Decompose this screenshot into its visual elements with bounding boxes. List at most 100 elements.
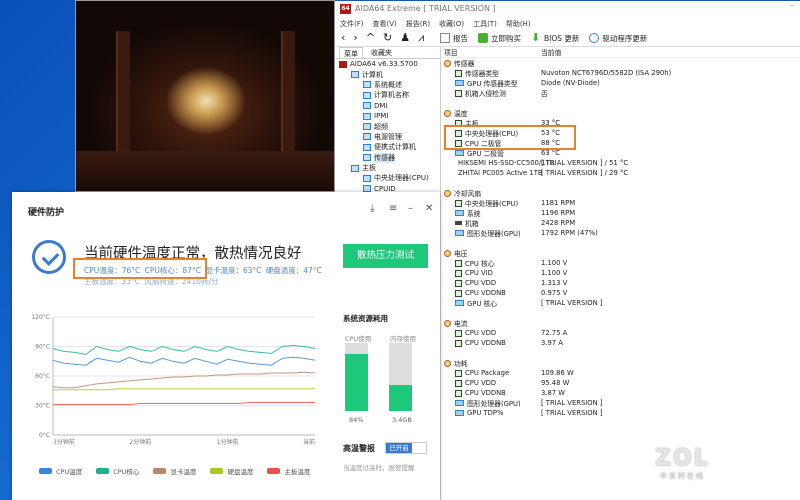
column-value[interactable]: 当前值 bbox=[541, 47, 561, 57]
tree-item-label: 中央处理器(CPU) bbox=[374, 174, 429, 183]
download-icon[interactable]: ⤓ bbox=[370, 203, 374, 214]
toolbar: ‹ › ^ ↻ ♟ ⩘ 报告 立即购买 ⬇ BIOS 更新 驱动程序更新 bbox=[335, 30, 800, 47]
refresh-icon[interactable]: ↻ bbox=[383, 31, 392, 45]
sensor-name: GPU 传感器类型 bbox=[467, 80, 518, 88]
tree-item[interactable]: 系统概述 bbox=[335, 80, 440, 90]
tree-item[interactable]: 便携式计算机 bbox=[335, 142, 440, 152]
legend-item[interactable]: 硬盘温度 bbox=[210, 466, 253, 476]
sensor-row[interactable]: GPU 传感器类型 Diode (NV-Diode) bbox=[441, 78, 800, 88]
sensor-name: 中央处理器(CPU) bbox=[465, 200, 519, 208]
sensor-value: 1.313 V bbox=[541, 279, 568, 287]
up-icon[interactable]: ^ bbox=[366, 31, 375, 45]
tab-favorites[interactable]: 收藏夹 bbox=[367, 47, 396, 58]
sensor-row[interactable]: CPU VDD 1.313 V bbox=[441, 278, 800, 288]
tree-item[interactable]: 计算机 bbox=[335, 69, 440, 79]
y-tick-label: 30°C bbox=[35, 403, 50, 410]
group-header[interactable]: 冷却风扇 bbox=[441, 188, 800, 198]
tree-item[interactable]: 电源管理 bbox=[335, 132, 440, 142]
sensor-row[interactable]: ZHITAI PC005 Active 1TB[ TRIAL VERSION ]… bbox=[441, 168, 800, 178]
sensor-row[interactable]: 机箱 2428 RPM bbox=[441, 218, 800, 228]
group-header[interactable]: 温度 bbox=[441, 108, 800, 118]
sensor-row[interactable]: 传感器类型 Nuvoton NCT6796D/5582D (ISA 290h) bbox=[441, 68, 800, 78]
menu-item[interactable]: 查看(V) bbox=[373, 19, 397, 29]
x-tick-label: 当前 bbox=[303, 438, 315, 446]
menu-item[interactable]: 报告(R) bbox=[406, 19, 430, 29]
y-tick-label: 120°C bbox=[31, 314, 50, 321]
sensor-row[interactable]: 图形处理器(GPU) 1792 RPM (47%) bbox=[441, 228, 800, 238]
tree-item-label: 便携式计算机 bbox=[374, 143, 416, 152]
tab-menu[interactable]: 菜单 bbox=[339, 47, 363, 58]
legend-item[interactable]: CPU核心 bbox=[96, 466, 139, 476]
back-icon[interactable]: ‹ bbox=[341, 31, 345, 45]
minimize-icon[interactable]: – bbox=[408, 203, 413, 214]
sensor-row[interactable]: 系统 1196 RPM bbox=[441, 208, 800, 218]
tree-item[interactable]: IPMI bbox=[335, 111, 440, 121]
tree-item[interactable]: 传感器 bbox=[335, 152, 440, 163]
highlight-box bbox=[444, 125, 576, 150]
series-line-2 bbox=[52, 371, 316, 389]
tree-item[interactable]: AIDA64 v6.33.5700 bbox=[335, 59, 440, 69]
sensor-row[interactable]: 机箱入侵检测 否 bbox=[441, 88, 800, 98]
sensor-row[interactable]: CPU VDDNB 0.975 V bbox=[441, 288, 800, 298]
group-icon bbox=[444, 189, 451, 197]
group-icon bbox=[444, 359, 451, 367]
sensor-row[interactable]: CPU Package 109.86 W bbox=[441, 368, 800, 378]
menu-item[interactable]: 工具(T) bbox=[473, 19, 497, 29]
forward-icon[interactable]: › bbox=[353, 31, 357, 45]
group-header[interactable]: 功耗 bbox=[441, 358, 800, 368]
driver-update-button[interactable]: 驱动程序更新 bbox=[589, 33, 647, 44]
tree-item[interactable]: 中央处理器(CPU) bbox=[335, 173, 440, 183]
sensor-name: CPU VDD bbox=[465, 279, 497, 287]
sensor-row[interactable]: CPU VID 1.100 V bbox=[441, 268, 800, 278]
tree-item[interactable]: DMI bbox=[335, 101, 440, 111]
sensor-row[interactable]: 中央处理器(CPU) 1181 RPM bbox=[441, 198, 800, 208]
minimize-icon[interactable]: – bbox=[790, 1, 794, 10]
cpu-usage-value: 84% bbox=[349, 416, 364, 424]
sensor-icon bbox=[455, 269, 462, 277]
sensor-row[interactable]: CPU VDD 95.48 W bbox=[441, 378, 800, 388]
sensor-row[interactable]: CPU VDDNB 3.87 W bbox=[441, 388, 800, 398]
menu-item[interactable]: 帮助(H) bbox=[506, 19, 531, 29]
tree-item-label: 传感器 bbox=[374, 152, 395, 163]
alarm-toggle[interactable]: 已开启 bbox=[385, 442, 427, 454]
tree-item[interactable]: 超频 bbox=[335, 121, 440, 131]
close-icon[interactable]: ✕ bbox=[425, 203, 433, 214]
group-header[interactable]: 电流 bbox=[441, 318, 800, 328]
sensor-row[interactable]: GPU TDP% [ TRIAL VERSION ] bbox=[441, 408, 800, 418]
menu-item[interactable]: 文件(F) bbox=[340, 19, 364, 29]
sensor-row[interactable]: CPU VDDNB 3.97 A bbox=[441, 338, 800, 348]
sensor-value: 63 °C bbox=[541, 149, 560, 157]
bios-update-button[interactable]: ⬇ BIOS 更新 bbox=[531, 32, 579, 44]
buy-button[interactable]: 立即购买 bbox=[478, 33, 521, 44]
aida-logo-icon: 64 bbox=[340, 4, 351, 14]
navigation-tree: 菜单 收藏夹 AIDA64 v6.33.5700 计算机 系统概述 计算机名称 DMI IP… bbox=[335, 47, 440, 203]
group-header[interactable]: 电压 bbox=[441, 248, 800, 258]
sensor-row[interactable]: HIKSEMI HS-SSD-CC500/1TB[ TRIAL VERSION … bbox=[441, 158, 800, 168]
user-icon[interactable]: ♟ bbox=[400, 31, 410, 45]
legend-item[interactable]: 显卡温度 bbox=[153, 466, 196, 476]
tree-item[interactable]: 计算机名称 bbox=[335, 90, 440, 100]
sensor-icon bbox=[455, 80, 464, 86]
sensor-row[interactable]: CPU 核心 1.100 V bbox=[441, 258, 800, 268]
sensor-icon bbox=[455, 69, 462, 77]
menu-item[interactable]: 收藏(O) bbox=[439, 19, 464, 29]
tree-item[interactable]: 主板 bbox=[335, 163, 440, 173]
legend-item[interactable]: CPU温度 bbox=[39, 466, 82, 476]
series-line-4 bbox=[53, 402, 315, 405]
report-button[interactable]: 报告 bbox=[440, 33, 468, 44]
sensor-row[interactable]: CPU VDD 72.75 A bbox=[441, 328, 800, 338]
menu-icon[interactable]: ≡ bbox=[389, 203, 397, 214]
sensor-row[interactable]: 图形处理器(GPU) [ TRIAL VERSION ] bbox=[441, 398, 800, 408]
sensor-value: 1196 RPM bbox=[541, 209, 576, 217]
zol-watermark: ZOL 中关村在线 bbox=[655, 446, 710, 480]
legend-item[interactable]: 主板温度 bbox=[267, 466, 310, 476]
sensor-row[interactable]: GPU 核心 [ TRIAL VERSION ] bbox=[441, 298, 800, 308]
chart-icon[interactable]: ⩘ bbox=[418, 31, 424, 45]
memory-usage-label: 内存使用 bbox=[390, 335, 416, 343]
group-header[interactable]: 传感器 bbox=[441, 58, 800, 68]
stress-test-button[interactable]: 散热压力测试 bbox=[343, 244, 428, 268]
document-icon bbox=[440, 33, 450, 43]
sensor-name: CPU Package bbox=[465, 369, 510, 377]
sensor-name: HIKSEMI HS-SSD-CC500/1TB bbox=[458, 159, 555, 167]
column-item[interactable]: 项目 bbox=[441, 47, 541, 57]
